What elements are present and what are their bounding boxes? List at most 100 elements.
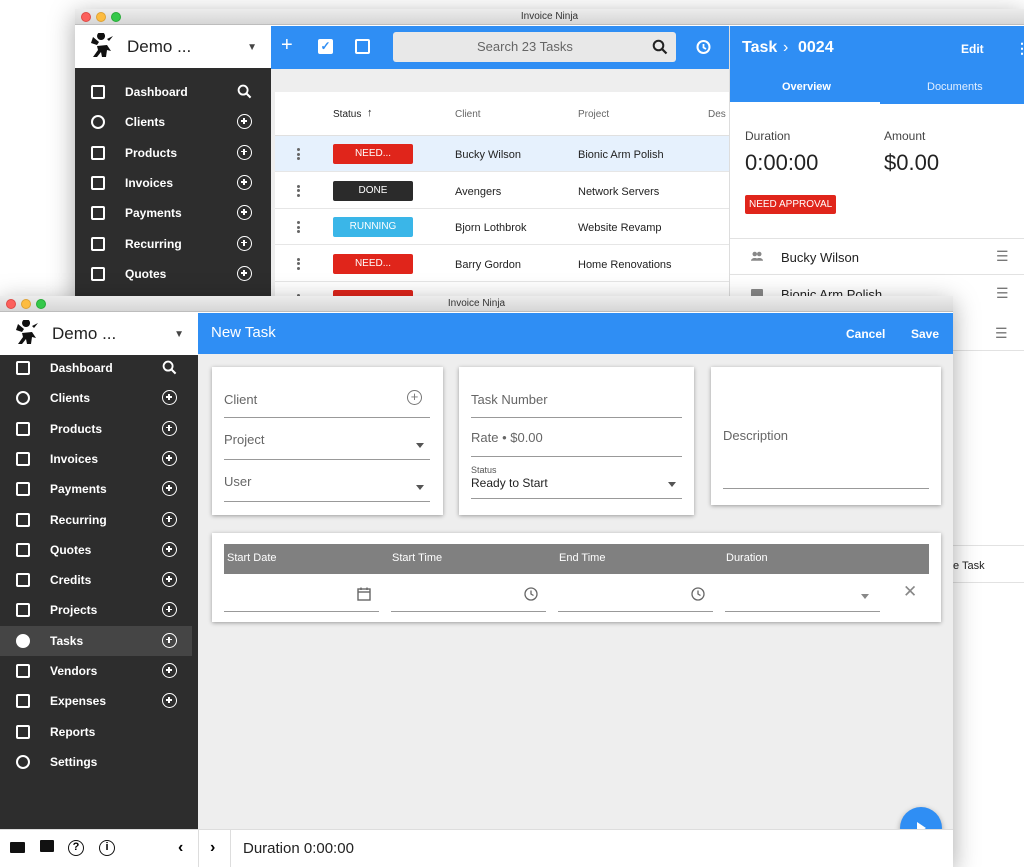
table-row[interactable]: RUNNING Bjorn Lothbrok Website Revamp bbox=[275, 209, 729, 245]
sidebar-item-settings[interactable]: Settings bbox=[0, 747, 192, 777]
close-light[interactable] bbox=[6, 299, 16, 309]
sidebar-item-clients[interactable]: Clients bbox=[75, 107, 267, 137]
search-icon[interactable] bbox=[237, 84, 252, 99]
add-icon[interactable] bbox=[237, 174, 252, 190]
sidebar-item-expenses[interactable]: Expenses bbox=[0, 686, 192, 716]
add-icon[interactable] bbox=[237, 265, 252, 281]
sidebar-item-dashboard[interactable]: Dashboard bbox=[75, 77, 267, 107]
add-icon[interactable] bbox=[162, 663, 177, 678]
project-dropdown-icon[interactable] bbox=[416, 443, 424, 448]
close-light[interactable] bbox=[81, 12, 91, 22]
add-icon[interactable] bbox=[162, 450, 177, 466]
filter-icon[interactable]: ☰ bbox=[995, 325, 1008, 342]
zoom-light[interactable] bbox=[36, 299, 46, 309]
end-time-input[interactable] bbox=[558, 581, 713, 612]
table-row[interactable]: NEED... Barry Gordon Home Renovations bbox=[275, 246, 729, 282]
sidebar-item-payments[interactable]: Payments bbox=[0, 474, 192, 504]
add-icon[interactable]: + bbox=[281, 34, 293, 57]
sidebar-item-products[interactable]: Products bbox=[75, 138, 267, 168]
add-icon[interactable] bbox=[162, 541, 177, 557]
sidebar-item-invoices[interactable]: Invoices bbox=[0, 444, 192, 474]
filter-icon[interactable]: ☰ bbox=[996, 285, 1009, 302]
company-selector[interactable]: Demo ... ▼ bbox=[0, 313, 198, 355]
add-icon[interactable] bbox=[162, 390, 177, 406]
add-icon[interactable] bbox=[162, 481, 177, 497]
status-field-value[interactable]: Ready to Start bbox=[471, 476, 548, 490]
add-icon[interactable] bbox=[237, 144, 252, 160]
client-link-row[interactable]: Bucky Wilson ☰ bbox=[730, 238, 1024, 275]
description-header[interactable]: Des bbox=[708, 109, 726, 120]
user-dropdown-icon[interactable] bbox=[416, 485, 424, 490]
mail-icon[interactable] bbox=[10, 842, 25, 853]
row-menu-icon[interactable] bbox=[297, 221, 300, 233]
add-client-icon[interactable]: + bbox=[407, 390, 422, 405]
sidebar-item-payments[interactable]: Payments bbox=[75, 198, 267, 228]
sidebar-item-clients[interactable]: Clients bbox=[0, 383, 192, 413]
project-header[interactable]: Project bbox=[578, 109, 609, 120]
search-icon[interactable] bbox=[162, 360, 177, 375]
table-row[interactable]: NEED... Bucky Wilson Bionic Arm Polish bbox=[275, 136, 729, 172]
client-header[interactable]: Client bbox=[455, 109, 481, 120]
detail-title-prefix: Task bbox=[742, 39, 778, 56]
kanban-icon[interactable] bbox=[355, 39, 370, 54]
cancel-button[interactable]: Cancel bbox=[846, 327, 885, 341]
add-icon[interactable] bbox=[162, 602, 177, 618]
expand-icon[interactable]: › bbox=[210, 839, 215, 857]
project-field[interactable] bbox=[224, 459, 430, 460]
row-menu-icon[interactable] bbox=[297, 257, 300, 270]
sidebar-item-credits[interactable]: Credits bbox=[0, 565, 192, 595]
task-number-field[interactable] bbox=[471, 417, 682, 418]
minimize-light[interactable] bbox=[96, 12, 106, 22]
row-menu-icon[interactable] bbox=[297, 184, 300, 197]
remove-row-icon[interactable]: ✕ bbox=[903, 582, 917, 602]
filter-icon[interactable]: ☰ bbox=[996, 248, 1009, 265]
tab-documents[interactable]: Documents bbox=[927, 81, 983, 93]
sidebar-item-quotes[interactable]: Quotes bbox=[0, 535, 192, 565]
sidebar-item-projects[interactable]: Projects bbox=[0, 595, 192, 625]
sidebar-item-dashboard[interactable]: Dashboard bbox=[0, 353, 192, 383]
tab-overview[interactable]: Overview bbox=[782, 81, 831, 93]
collapse-sidebar-icon[interactable]: ‹ bbox=[178, 839, 183, 857]
client-field[interactable] bbox=[224, 417, 430, 418]
history-icon[interactable] bbox=[695, 39, 711, 55]
info-icon[interactable]: i bbox=[99, 840, 115, 856]
add-icon[interactable] bbox=[237, 114, 252, 130]
add-icon[interactable] bbox=[162, 511, 177, 527]
start-date-input[interactable] bbox=[224, 581, 379, 612]
start-time-input[interactable] bbox=[391, 581, 546, 612]
sidebar-item-recurring[interactable]: Recurring bbox=[75, 229, 267, 259]
add-icon[interactable] bbox=[162, 572, 177, 588]
save-button[interactable]: Save bbox=[911, 327, 939, 341]
table-row[interactable]: DONE Avengers Network Servers bbox=[275, 173, 729, 209]
add-icon[interactable] bbox=[162, 420, 177, 436]
description-field[interactable] bbox=[723, 488, 929, 489]
edit-button[interactable]: Edit bbox=[961, 42, 984, 56]
help-icon[interactable]: ? bbox=[68, 840, 84, 856]
sidebar-item-invoices[interactable]: Invoices bbox=[75, 168, 267, 198]
sidebar-item-quotes[interactable]: Quotes bbox=[75, 259, 267, 289]
sidebar-item-tasks[interactable]: Tasks bbox=[0, 625, 192, 656]
chat-icon[interactable] bbox=[40, 840, 54, 852]
add-icon[interactable] bbox=[237, 235, 252, 251]
add-icon[interactable] bbox=[237, 205, 252, 221]
company-selector[interactable]: Demo ... ▼ bbox=[75, 26, 271, 68]
client-cell: Bucky Wilson bbox=[455, 149, 522, 161]
partial-action-label[interactable]: e Task bbox=[953, 560, 985, 572]
search-input[interactable]: Search 23 Tasks bbox=[393, 32, 676, 62]
rate-field[interactable] bbox=[471, 456, 682, 457]
sidebar-item-products[interactable]: Products bbox=[0, 414, 192, 444]
minimize-light[interactable] bbox=[21, 299, 31, 309]
status-header[interactable]: Status bbox=[333, 109, 361, 120]
user-field[interactable] bbox=[224, 501, 430, 502]
sidebar-item-vendors[interactable]: Vendors bbox=[0, 656, 192, 686]
status-dropdown-icon[interactable] bbox=[668, 482, 676, 487]
checkbox-icon[interactable]: ✓ bbox=[318, 39, 333, 54]
duration-input[interactable] bbox=[725, 581, 880, 612]
row-menu-icon[interactable] bbox=[297, 148, 300, 160]
add-icon[interactable] bbox=[162, 693, 177, 709]
sidebar-item-reports[interactable]: Reports bbox=[0, 717, 192, 747]
zoom-light[interactable] bbox=[111, 12, 121, 22]
more-vert-icon[interactable]: ⋮ bbox=[1015, 40, 1024, 57]
sidebar-item-recurring[interactable]: Recurring bbox=[0, 505, 192, 535]
add-icon[interactable] bbox=[162, 632, 177, 648]
